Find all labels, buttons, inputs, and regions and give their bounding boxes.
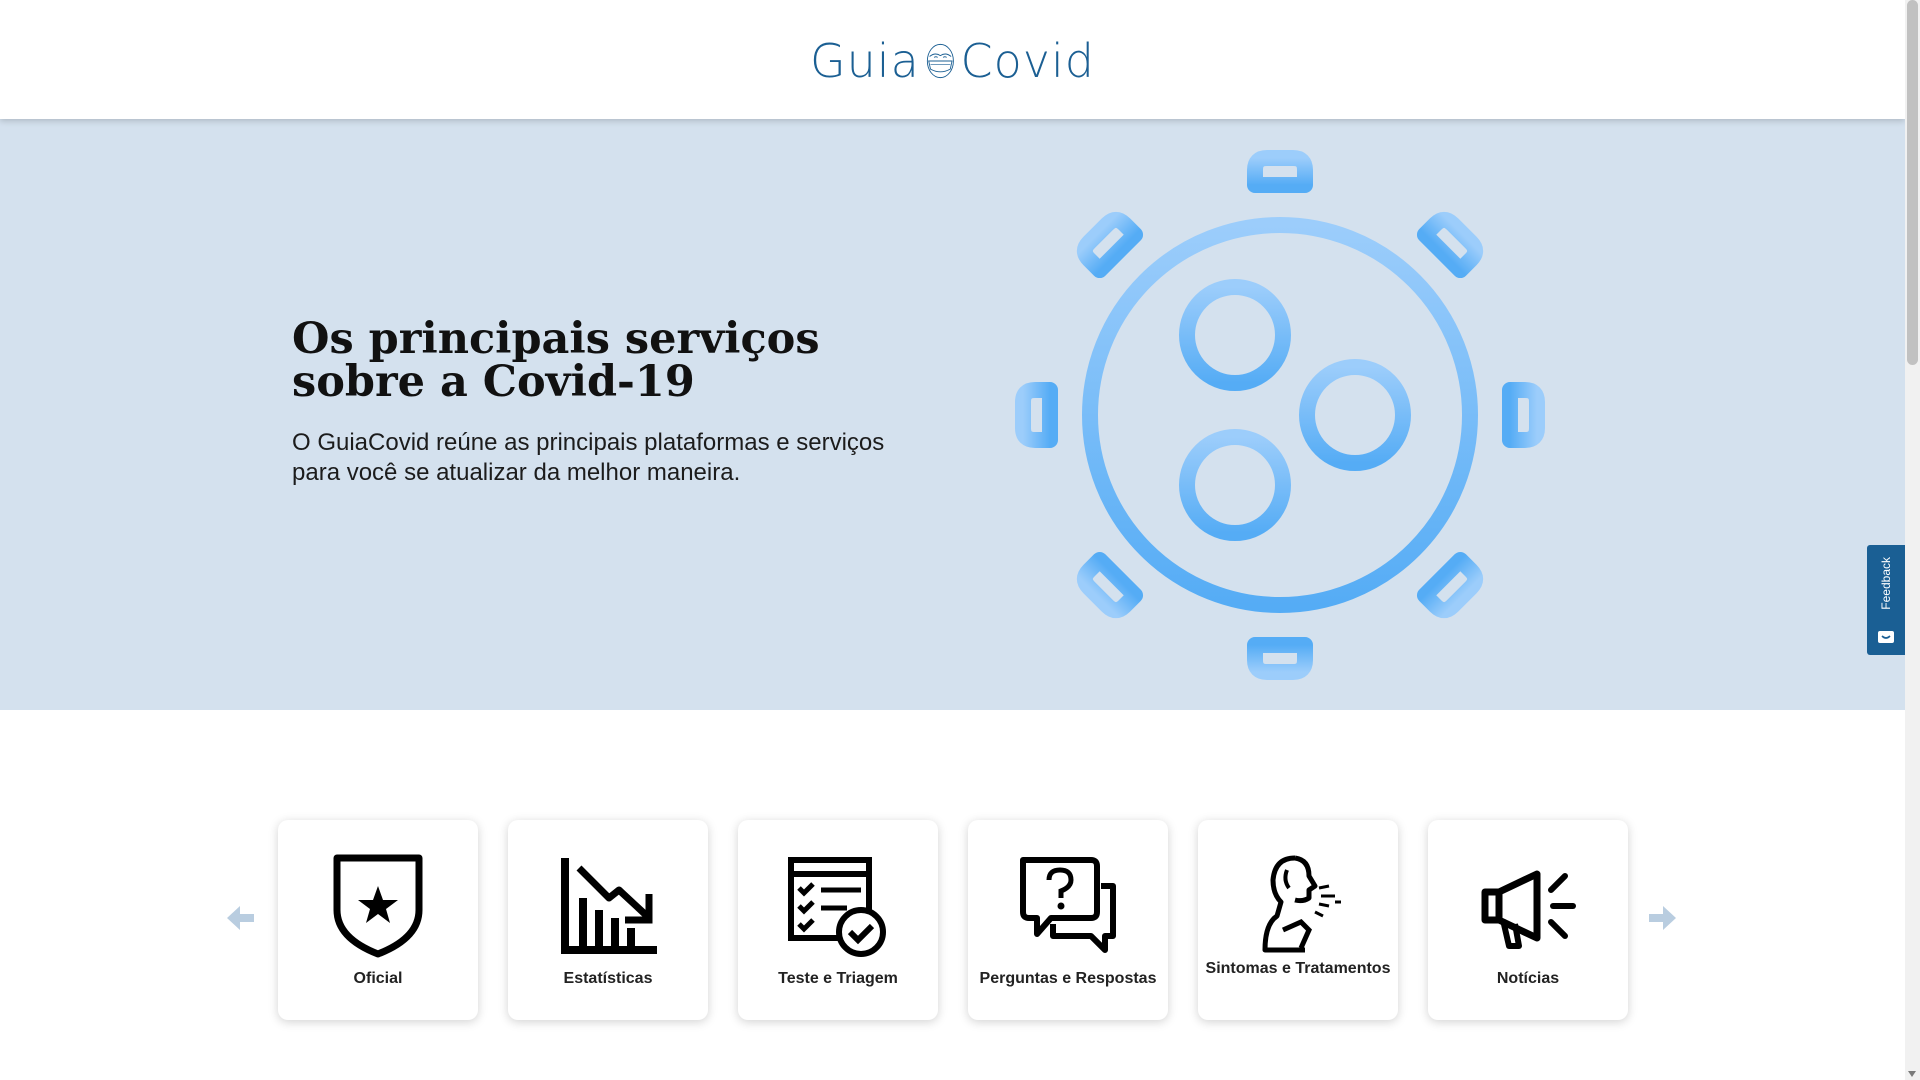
page-scrollbar[interactable] bbox=[1905, 0, 1920, 1080]
service-card-label: Perguntas e Respostas bbox=[979, 970, 1157, 987]
service-card-label: Estatísticas bbox=[563, 970, 653, 987]
service-card-teste-triagem[interactable]: Teste e Triagem bbox=[738, 820, 938, 1020]
service-card-perguntas-respostas[interactable]: Perguntas e Respostas bbox=[968, 820, 1168, 1020]
mask-face-icon bbox=[926, 43, 954, 79]
service-card-label: Oficial bbox=[353, 970, 403, 987]
hero-title: Os principais serviços sobre a Covid-19 bbox=[292, 314, 820, 407]
service-card-oficial[interactable]: Oficial bbox=[278, 820, 478, 1020]
logo-text-guia: Guia bbox=[810, 34, 920, 88]
service-card-noticias[interactable]: Notícias bbox=[1428, 820, 1628, 1020]
arrow-right-icon[interactable] bbox=[1643, 900, 1679, 936]
service-card-sintomas-tratamentos[interactable]: Sintomas e Tratamentos bbox=[1198, 820, 1398, 1020]
shield-star-icon bbox=[333, 854, 423, 958]
arrow-left-icon[interactable] bbox=[224, 900, 260, 936]
megaphone-icon bbox=[1481, 870, 1576, 949]
service-card-label: Sintomas e Tratamentos bbox=[1205, 960, 1391, 977]
chart-down-icon bbox=[561, 858, 657, 954]
logo-text-covid: Covid bbox=[960, 34, 1095, 88]
site-header: Guia Covid bbox=[0, 0, 1905, 119]
scroll-down-arrow-icon[interactable] bbox=[1908, 1071, 1916, 1077]
cough-person-icon bbox=[1262, 855, 1341, 953]
service-card-label: Notícias bbox=[1496, 970, 1560, 987]
guiacovid-logo[interactable]: Guia Covid bbox=[810, 18, 1095, 104]
hero-subtitle: O GuiaCovid reúne as principais platafor… bbox=[292, 429, 885, 486]
service-card-label: Teste e Triagem bbox=[778, 970, 898, 987]
feedback-label: Feedback bbox=[1879, 557, 1893, 610]
scrollbar-thumb[interactable] bbox=[1907, 0, 1918, 365]
checklist-icon bbox=[788, 857, 886, 957]
service-card-estatisticas[interactable]: Estatísticas bbox=[508, 820, 708, 1020]
feedback-tab[interactable]: Feedback bbox=[1867, 545, 1905, 655]
chat-bubble-icon bbox=[1878, 631, 1894, 643]
hero-banner bbox=[0, 119, 1905, 710]
virus-icon bbox=[1010, 150, 1550, 680]
question-chat-icon bbox=[1020, 857, 1116, 953]
